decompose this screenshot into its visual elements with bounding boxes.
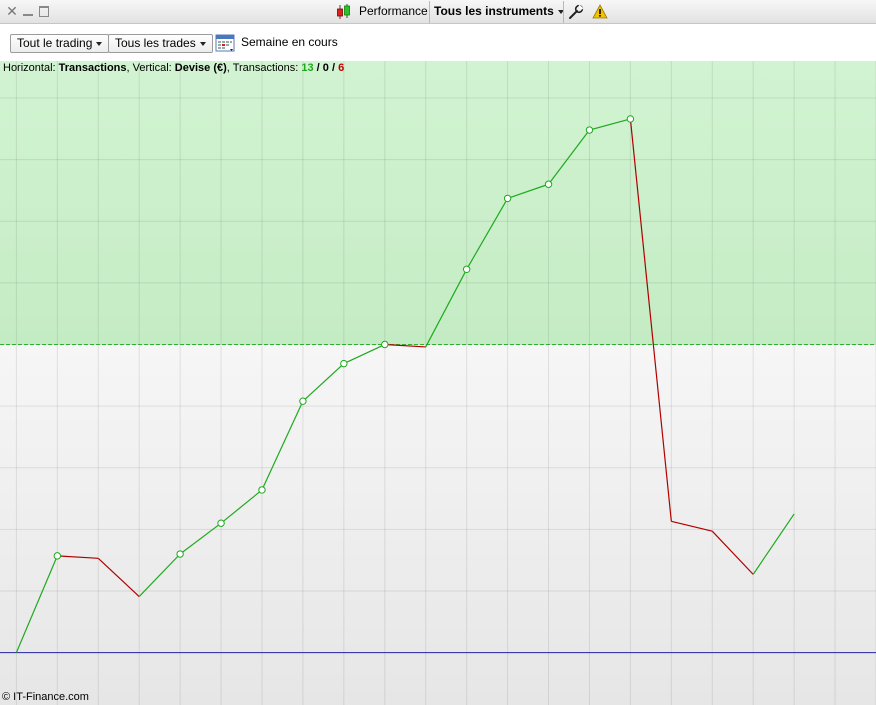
warning-icon	[592, 4, 608, 19]
count-separator: /	[328, 62, 339, 74]
maximize-icon[interactable]	[37, 4, 51, 18]
wrench-icon	[569, 4, 584, 19]
loss-zone	[0, 344, 876, 705]
win-point	[299, 397, 307, 405]
toolbar-separator	[429, 1, 430, 23]
warning-button[interactable]	[592, 0, 608, 23]
toolbar-separator	[563, 1, 564, 23]
transactions-prefix: , Transactions:	[226, 62, 302, 74]
chevron-down-icon	[96, 41, 103, 46]
copyright: © IT-Finance.com	[2, 691, 89, 703]
settings-button[interactable]	[568, 0, 584, 23]
win-point	[585, 126, 594, 134]
calendar-icon	[215, 34, 235, 52]
win-point	[544, 180, 553, 188]
win-point	[503, 194, 512, 203]
candlestick-icon	[337, 4, 350, 19]
performance-button[interactable]: Performance	[334, 0, 428, 23]
period-label: Semaine en cours	[241, 35, 338, 49]
performance-label: Performance	[359, 4, 428, 18]
win-point	[340, 359, 348, 368]
minimize-icon[interactable]	[21, 4, 35, 18]
trading-filter-dropdown[interactable]: Tout le trading	[10, 34, 110, 53]
count-separator: /	[313, 62, 323, 74]
win-point	[258, 486, 266, 494]
equity-chart	[0, 61, 876, 705]
trades-filter-dropdown[interactable]: Tous les trades	[108, 34, 213, 53]
horizontal-axis-value: Transactions	[58, 62, 127, 74]
win-point	[217, 519, 225, 527]
vertical-prefix: , Vertical:	[126, 62, 175, 74]
profit-zone	[0, 61, 876, 345]
filter-toolbar: Tout le trading Tous les trades Semaine …	[0, 24, 876, 61]
trades-filter-label: Tous les trades	[115, 36, 196, 50]
losses-count: 6	[338, 62, 345, 74]
win-point	[462, 265, 471, 273]
wins-count: 13	[301, 62, 314, 74]
instruments-label: Tous les instruments	[434, 4, 554, 18]
trading-filter-label: Tout le trading	[17, 36, 93, 50]
win-point	[626, 115, 635, 123]
chevron-down-icon	[199, 41, 206, 46]
title-bar: ✕ Performance Tous les instruments	[0, 0, 876, 24]
win-point	[53, 552, 62, 560]
vertical-axis-value: Devise (€)	[174, 62, 227, 74]
instruments-dropdown[interactable]: Tous les instruments	[434, 0, 564, 23]
close-icon[interactable]: ✕	[5, 4, 19, 18]
chart-info: Horizontal: Transactions, Vertical: Devi…	[3, 62, 344, 74]
horizontal-prefix: Horizontal:	[3, 62, 59, 74]
win-point	[381, 340, 389, 349]
win-point	[176, 550, 184, 558]
